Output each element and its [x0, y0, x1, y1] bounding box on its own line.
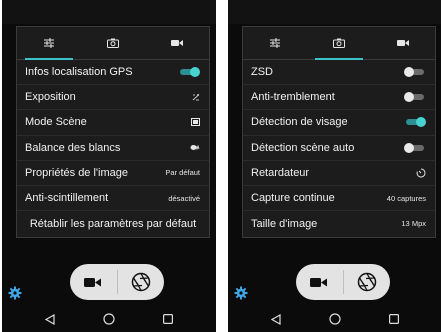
setting-label: Détection scène auto [251, 141, 355, 154]
exposure-icon [192, 93, 200, 101]
setting-label: Capture continue [251, 192, 335, 205]
setting-value: Par défaut [165, 168, 200, 178]
setting-label: Exposition [25, 91, 76, 104]
settings-gear-icon[interactable] [8, 286, 22, 300]
setting-value: 40 captures [386, 193, 426, 203]
nav-recents-button[interactable] [161, 312, 175, 326]
navigation-bar [2, 306, 216, 332]
shutter-button[interactable] [118, 264, 165, 300]
status-area [228, 0, 441, 24]
recents-icon [389, 314, 400, 324]
video-icon [171, 40, 183, 46]
camera-icon [333, 38, 345, 48]
nav-back-button[interactable] [43, 312, 57, 326]
settings-tabs [243, 27, 435, 60]
home-icon [103, 313, 115, 325]
shutter-icon [357, 272, 376, 292]
zsd-toggle[interactable] [404, 67, 426, 78]
settings-panel: ZSD Anti-tremblement Détection de visage… [242, 26, 436, 238]
setting-face-detection[interactable]: Détection de visage [243, 110, 435, 136]
setting-auto-scene[interactable]: Détection scène auto [243, 136, 435, 161]
auto-scene-toggle[interactable] [404, 142, 426, 153]
setting-zsd[interactable]: ZSD [243, 60, 435, 86]
phone-screen-right: ZSD Anti-tremblement Détection de visage… [228, 0, 441, 332]
nav-home-button[interactable] [102, 312, 116, 326]
reset-defaults-button[interactable]: Rétablir les paramètres par défaut [17, 211, 209, 236]
setting-label: Infos localisation GPS [25, 66, 133, 79]
setting-self-timer[interactable]: Retardateur [243, 161, 435, 186]
tab-general-settings[interactable] [17, 27, 81, 60]
settings-tabs [17, 27, 209, 60]
setting-label: Balance des blancs [25, 141, 121, 154]
setting-label: Anti-scintillement [25, 192, 109, 205]
setting-label: Propriétés de l'image [25, 166, 128, 179]
back-icon [44, 313, 55, 325]
capture-controls [296, 264, 390, 300]
setting-label: Mode Scène [25, 116, 87, 129]
navigation-bar [228, 306, 441, 332]
home-icon [329, 313, 341, 325]
scene-icon [191, 118, 200, 127]
setting-label: ZSD [251, 66, 273, 79]
nav-back-button[interactable] [269, 312, 283, 326]
video-record-button[interactable] [70, 264, 117, 300]
setting-exposure[interactable]: Exposition [17, 85, 209, 111]
setting-value: 13 Mpx [401, 219, 426, 229]
video-camera-icon [84, 277, 102, 287]
setting-image-size[interactable]: Taille d'image 13 Mpx [243, 211, 435, 236]
tab-photo-settings[interactable] [81, 27, 145, 59]
sliders-icon [44, 38, 54, 48]
anti-shake-toggle[interactable] [404, 92, 426, 103]
phone-screen-left: Infos localisation GPS Exposition Mode S… [2, 0, 216, 332]
settings-panel: Infos localisation GPS Exposition Mode S… [16, 26, 210, 238]
tab-photo-settings[interactable] [307, 27, 371, 60]
nav-recents-button[interactable] [387, 312, 401, 326]
setting-label: Anti-tremblement [251, 91, 335, 104]
shutter-icon [131, 272, 150, 292]
camera-icon [107, 38, 119, 48]
video-icon [397, 40, 409, 46]
timer-icon [416, 168, 426, 178]
nav-home-button[interactable] [328, 312, 342, 326]
setting-value: désactivé [168, 193, 200, 203]
status-area [2, 0, 216, 24]
setting-scene-mode[interactable]: Mode Scène [17, 110, 209, 136]
setting-gps-info[interactable]: Infos localisation GPS [17, 60, 209, 86]
awb-icon [190, 144, 200, 151]
video-record-button[interactable] [296, 264, 343, 300]
sliders-icon [270, 38, 280, 48]
setting-anti-shake[interactable]: Anti-tremblement [243, 85, 435, 111]
recents-icon [163, 314, 174, 324]
face-detection-toggle[interactable] [404, 117, 426, 128]
tab-video-settings[interactable] [145, 27, 209, 59]
tab-video-settings[interactable] [371, 27, 435, 59]
back-icon [270, 313, 281, 325]
capture-controls [70, 264, 164, 300]
gps-toggle[interactable] [178, 67, 200, 78]
settings-gear-icon[interactable] [234, 286, 248, 300]
tab-general-settings[interactable] [243, 27, 307, 59]
setting-anti-flicker[interactable]: Anti-scintillement désactivé [17, 186, 209, 212]
setting-white-balance[interactable]: Balance des blancs [17, 136, 209, 161]
video-camera-icon [310, 277, 328, 287]
setting-image-properties[interactable]: Propriétés de l'image Par défaut [17, 161, 209, 186]
setting-burst-capture[interactable]: Capture continue 40 captures [243, 186, 435, 212]
setting-label: Détection de visage [251, 116, 348, 129]
setting-label: Retardateur [251, 166, 310, 179]
setting-label: Taille d'image [251, 217, 318, 230]
shutter-button[interactable] [344, 264, 391, 300]
